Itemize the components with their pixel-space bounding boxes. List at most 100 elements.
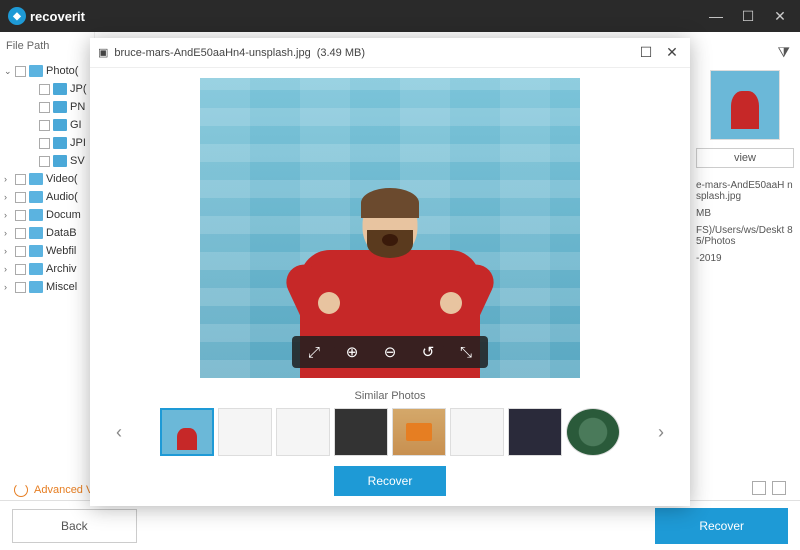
carousel-prev-button[interactable]: ‹	[110, 422, 128, 443]
checkbox[interactable]	[15, 192, 26, 203]
tree-item-1[interactable]: JP(	[0, 80, 94, 98]
zoom-in-icon[interactable]: ⊕	[342, 342, 362, 362]
tree-item-6[interactable]: › Video(	[0, 170, 94, 188]
preview-modal: ▣ bruce-mars-AndE50aaHn4-unsplash.jpg (3…	[90, 38, 690, 506]
maximize-button[interactable]: ☐	[736, 4, 760, 28]
folder-icon	[29, 227, 43, 239]
modal-footer: Recover	[90, 466, 690, 506]
modal-recover-button[interactable]: Recover	[334, 466, 447, 496]
file-tree: ⌄Photo(JP(PNGIJPISV›Video(›Audio(›Docum›…	[0, 60, 94, 298]
folder-icon	[29, 281, 43, 293]
detail-date: -2019	[696, 253, 794, 264]
details-panel: view e-mars-AndE50aaH nsplash.jpg MB FS)…	[690, 32, 800, 500]
similar-thumb-4[interactable]	[334, 408, 388, 456]
tree-label: JPI	[70, 137, 86, 149]
chevron-icon: ›	[4, 174, 12, 184]
tree-item-10[interactable]: › Webfil	[0, 242, 94, 260]
grid-view-icon[interactable]	[752, 481, 766, 495]
similar-thumb-5[interactable]	[392, 408, 446, 456]
tree-label: Archiv	[46, 263, 77, 275]
checkbox[interactable]	[15, 210, 26, 221]
minimize-button[interactable]: —	[704, 4, 728, 28]
chevron-icon: ›	[4, 192, 12, 202]
detail-size: MB	[696, 208, 794, 219]
sidebar-header: File Path	[0, 32, 94, 60]
checkbox[interactable]	[15, 264, 26, 275]
fit-icon[interactable]: ⤢	[304, 342, 324, 362]
chevron-icon: ›	[4, 246, 12, 256]
checkbox[interactable]	[39, 138, 50, 149]
sidebar: File Path ⌄Photo( JP( PN GI JPI SV › Video( › Aud…	[0, 32, 95, 500]
checkbox[interactable]	[15, 282, 26, 293]
modal-close-button[interactable]: ✕	[662, 43, 682, 63]
folder-icon	[29, 263, 43, 275]
similar-thumb-3[interactable]	[276, 408, 330, 456]
tree-label: DataB	[46, 227, 77, 239]
similar-title: Similar Photos	[110, 390, 670, 402]
tree-label: SV	[70, 155, 85, 167]
file-path-label: File Path	[6, 40, 49, 52]
image-icon: ▣	[98, 46, 108, 59]
similar-thumb-1[interactable]	[160, 408, 214, 456]
checkbox[interactable]	[15, 66, 26, 77]
tree-item-4[interactable]: JPI	[0, 134, 94, 152]
tree-label: PN	[70, 101, 85, 113]
tree-label: Photo(	[46, 65, 78, 77]
recover-button[interactable]: Recover	[655, 508, 788, 544]
main-area: File Path ⌄Photo( JP( PN GI JPI SV › Video( › Aud…	[0, 32, 800, 500]
tree-label: Webfil	[46, 245, 76, 257]
similar-section: Similar Photos ‹ ›	[90, 386, 690, 466]
bottom-bar: Advanced Video Recovery Advanced 2467 it…	[0, 500, 800, 550]
detail-path: FS)/Users/ws/Deskt 85/Photos	[696, 225, 794, 247]
tree-label: Miscel	[46, 281, 77, 293]
chevron-icon: ›	[4, 282, 12, 292]
folder-icon	[29, 191, 43, 203]
folder-icon	[53, 137, 67, 149]
modal-header: ▣ bruce-mars-AndE50aaHn4-unsplash.jpg (3…	[90, 38, 690, 68]
refresh-icon	[14, 483, 28, 497]
tree-label: Video(	[46, 173, 78, 185]
tree-item-11[interactable]: ›Archiv	[0, 260, 94, 278]
tree-item-7[interactable]: › Audio(	[0, 188, 94, 206]
zoom-out-icon[interactable]: ⊖	[380, 342, 400, 362]
modal-maximize-button[interactable]: ☐	[636, 43, 656, 63]
similar-thumb-8[interactable]	[566, 408, 620, 456]
folder-icon	[29, 209, 43, 221]
tree-item-2[interactable]: PN	[0, 98, 94, 116]
fullscreen-icon[interactable]: ⤡	[456, 342, 476, 362]
view-button[interactable]: view	[696, 148, 794, 168]
folder-icon	[53, 101, 67, 113]
tree-item-0[interactable]: ⌄Photo(	[0, 62, 94, 80]
tree-label: Audio(	[46, 191, 78, 203]
tree-label: JP(	[70, 83, 87, 95]
checkbox[interactable]	[39, 120, 50, 131]
titlebar: ◆ recoverit — ☐ ✕	[0, 0, 800, 32]
checkbox[interactable]	[39, 102, 50, 113]
tree-item-8[interactable]: › Docum	[0, 206, 94, 224]
tree-item-3[interactable]: GI	[0, 116, 94, 134]
app-name: recoverit	[30, 9, 85, 24]
tree-label: GI	[70, 119, 82, 131]
similar-thumb-7[interactable]	[508, 408, 562, 456]
chevron-icon: ›	[4, 210, 12, 220]
rotate-icon[interactable]: ↺	[418, 342, 438, 362]
close-button[interactable]: ✕	[768, 4, 792, 28]
chevron-icon: ›	[4, 228, 12, 238]
tree-label: Docum	[46, 209, 81, 221]
folder-icon	[29, 65, 43, 77]
checkbox[interactable]	[15, 174, 26, 185]
tree-item-9[interactable]: › DataB	[0, 224, 94, 242]
checkbox[interactable]	[39, 84, 50, 95]
carousel-next-button[interactable]: ›	[652, 422, 670, 443]
list-view-icon[interactable]	[772, 481, 786, 495]
tree-item-12[interactable]: › Miscel	[0, 278, 94, 296]
similar-thumb-2[interactable]	[218, 408, 272, 456]
tree-item-5[interactable]: SV	[0, 152, 94, 170]
similar-thumb-6[interactable]	[450, 408, 504, 456]
detail-thumbnail	[710, 70, 780, 140]
folder-icon	[53, 83, 67, 95]
checkbox[interactable]	[39, 156, 50, 167]
checkbox[interactable]	[15, 228, 26, 239]
back-button[interactable]: Back	[12, 509, 137, 543]
checkbox[interactable]	[15, 246, 26, 257]
